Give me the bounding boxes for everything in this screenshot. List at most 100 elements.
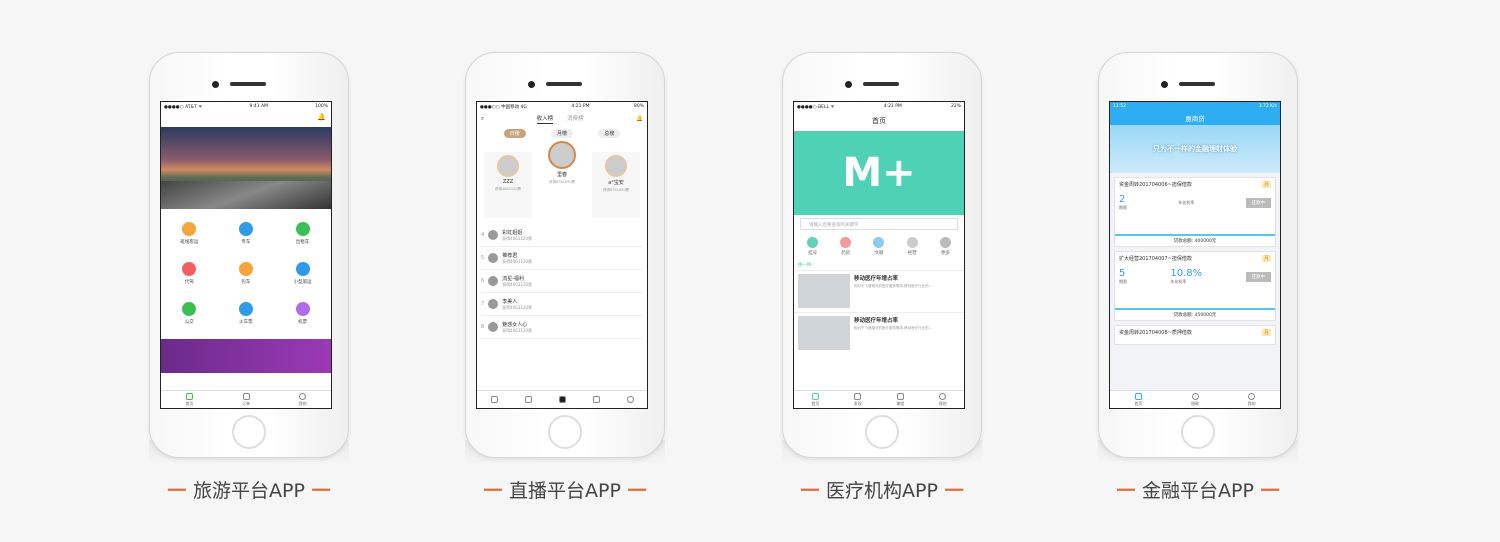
podium-item[interactable]: ZZZ 获得4063120票 xyxy=(484,152,532,218)
avatar xyxy=(497,155,519,177)
loan-card[interactable]: 资金周转201704006~担保借款月 2 期限 年化利率 还款中 贷款总额: 400… xyxy=(1114,177,1276,247)
search-icon[interactable]: ⌕ xyxy=(481,116,484,123)
tab-me[interactable] xyxy=(613,391,647,408)
service-item[interactable]: 专车 xyxy=(218,213,275,253)
live-header: ⌕ 收入榜 消费榜 🔔 xyxy=(477,111,647,127)
service-item[interactable]: 小型旅运 xyxy=(274,253,331,293)
tab-me[interactable]: 我的 xyxy=(274,391,331,408)
tab-discover[interactable]: 发现 xyxy=(837,391,880,408)
caption: 一 金融平台APP 一 xyxy=(1116,480,1280,502)
camera xyxy=(528,81,535,88)
status-bar: ●●●●○ BELL ᯤ 4:21 PM 22% xyxy=(797,104,961,110)
page-title: 首页 xyxy=(872,117,886,125)
service-item[interactable]: 出租车 xyxy=(274,213,331,253)
tab-home[interactable]: 首页 xyxy=(794,391,837,408)
pill-month[interactable]: 月榜 xyxy=(550,129,573,138)
tab-me[interactable]: 我的 xyxy=(922,391,965,408)
service-item[interactable]: 代驾 xyxy=(161,253,218,293)
tab-live[interactable] xyxy=(579,391,613,408)
list-item[interactable]: 8 魅惑女人心 获得4063120票 xyxy=(481,316,643,339)
repay-button[interactable]: 还款中 xyxy=(1245,197,1271,208)
pill-total[interactable]: 总榜 xyxy=(598,129,621,138)
promo-banner[interactable] xyxy=(161,339,331,373)
tab-orders[interactable]: 订单 xyxy=(218,391,275,408)
service-item[interactable]: 班线客运 xyxy=(161,213,218,253)
medical-screen: ●●●●○ BELL ᯤ 4:21 PM 22% 首页 M+ 请输入您要查询的关键字… xyxy=(793,101,965,409)
service-item[interactable]: 挂号 xyxy=(807,237,819,256)
tab-bar: 首页 发现 课程 我的 xyxy=(794,390,964,408)
home-button[interactable] xyxy=(232,415,266,449)
home-button[interactable] xyxy=(1181,415,1215,449)
status-bar: ●●●●○ AT&T ᯤ 9:41 AM 100% xyxy=(164,104,328,110)
section-title[interactable]: 换一换 xyxy=(794,260,964,270)
podium-item[interactable]: 里春 获得6761650票 xyxy=(538,138,586,218)
tab-me[interactable]: 我的 xyxy=(1223,391,1280,408)
tab-bar: 首页 订单 我的 xyxy=(161,390,331,408)
speaker xyxy=(230,82,266,86)
phone-travel: ●●●●○ AT&T ᯤ 9:41 AM 100% 🔔 班线客运 专车 出租车 代驾… xyxy=(149,45,349,465)
avatar xyxy=(488,276,499,286)
tab-home[interactable] xyxy=(477,391,511,408)
hero-banner[interactable] xyxy=(161,127,331,209)
service-item[interactable]: 火车票 xyxy=(218,293,275,333)
phone-frame: 11:52 3.72 K/s 惠商贷 只为不一样的金融理财体验 资金周转20170… xyxy=(1098,52,1298,458)
phone-finance: 11:52 3.72 K/s 惠商贷 只为不一样的金融理财体验 资金周转20170… xyxy=(1098,45,1298,465)
service-item[interactable]: 文献 xyxy=(873,237,885,256)
phone-frame: ●●●●○ BELL ᯤ 4:21 PM 22% 首页 M+ 请输入您要查询的关键字… xyxy=(782,52,982,458)
pill-day[interactable]: 日榜 xyxy=(503,129,526,138)
tab-course[interactable]: 课程 xyxy=(879,391,922,408)
live-screen: ●●●○○ 中国移动 4G 4:21 PM 80% ⌕ 收入榜 消费榜 🔔 日榜 月榜… xyxy=(476,101,648,409)
service-icons: 挂号 药房 文献 经营 更多 xyxy=(794,233,964,260)
news-image xyxy=(798,274,850,308)
camera xyxy=(212,81,219,88)
service-item[interactable]: 更多 xyxy=(939,237,951,256)
home-button[interactable] xyxy=(865,415,899,449)
loan-card[interactable]: 扩大经营201704007~担保借款月 5 期限 10.8% 年化利率 还款中 贷款总额… xyxy=(1114,251,1276,321)
tab-bar: 首页 借款 我的 xyxy=(1110,390,1280,408)
home-button[interactable] xyxy=(548,415,582,449)
list-item[interactable]: 4 彩虹姐姐 获得4063120票 xyxy=(481,224,643,247)
promo-banner[interactable]: 只为不一样的金融理财体验 xyxy=(1110,125,1280,173)
speaker xyxy=(1179,82,1215,86)
tab-rank[interactable] xyxy=(511,391,545,408)
speaker xyxy=(863,82,899,86)
service-item[interactable]: 经营 xyxy=(906,237,918,256)
avatar xyxy=(488,253,499,263)
loan-card[interactable]: 资金周转201704008~质押借款月 xyxy=(1114,325,1276,345)
service-item[interactable]: 药房 xyxy=(840,237,852,256)
status-bar: 11:52 3.72 K/s xyxy=(1110,102,1280,111)
list-item[interactable]: 7 李美人 获得4063120票 xyxy=(481,293,643,316)
caption: 一 旅游平台APP 一 xyxy=(167,480,331,502)
hero-logo[interactable]: M+ xyxy=(794,131,964,215)
search-input[interactable]: 请输入您要查询的关键字 xyxy=(800,218,958,230)
phone-live: ●●●○○ 中国移动 4G 4:21 PM 80% ⌕ 收入榜 消费榜 🔔 日榜 月榜… xyxy=(465,45,665,465)
page-title: 惠商贷 xyxy=(1110,111,1280,125)
service-item[interactable]: 公交 xyxy=(161,293,218,333)
caption: 一 直播平台APP 一 xyxy=(483,480,647,502)
tab-income[interactable]: 收入榜 xyxy=(536,114,554,124)
tab-consume[interactable]: 消费榜 xyxy=(567,114,584,124)
podium-item[interactable]: a°宝安 获得6761650票 xyxy=(592,152,640,218)
camera xyxy=(845,81,852,88)
caption: 一 医疗机构APP 一 xyxy=(800,480,964,502)
service-item[interactable]: 机票 xyxy=(274,293,331,333)
service-grid: 班线客运 专车 出租车 代驾 包车 小型旅运 公交 火车票 机票 xyxy=(161,209,331,337)
avatar xyxy=(488,322,499,332)
travel-screen: ●●●●○ AT&T ᯤ 9:41 AM 100% 🔔 班线客运 专车 出租车 代驾… xyxy=(160,101,332,409)
news-item[interactable]: 移动医疗年增占率 相对于飞速增长的医疗服务需求,移动医疗行业的... xyxy=(794,270,964,312)
rank-list: 4 彩虹姐姐 获得4063120票 5 推荐君 获得4063120票 6 流星-福利 获得4… xyxy=(477,222,647,341)
list-item[interactable]: 5 推荐君 获得4063120票 xyxy=(481,247,643,270)
tab-add[interactable] xyxy=(545,391,579,408)
tab-loan[interactable]: 借款 xyxy=(1167,391,1224,408)
news-item[interactable]: 移动医疗年增占率 相对于飞速增长的医疗服务需求,移动医疗行业的... xyxy=(794,312,964,354)
avatar xyxy=(488,299,499,309)
list-item[interactable]: 6 流星-福利 获得4063120票 xyxy=(481,270,643,293)
tab-home[interactable]: 首页 xyxy=(161,391,218,408)
tab-home[interactable]: 首页 xyxy=(1110,391,1167,408)
bell-icon[interactable]: 🔔 xyxy=(317,113,326,121)
bell-icon[interactable]: 🔔 xyxy=(636,116,643,122)
service-item[interactable]: 包车 xyxy=(218,253,275,293)
speaker xyxy=(546,82,582,86)
phone-frame: ●●●●○ AT&T ᯤ 9:41 AM 100% 🔔 班线客运 专车 出租车 代驾… xyxy=(149,52,349,458)
repay-button[interactable]: 还款中 xyxy=(1245,271,1271,282)
